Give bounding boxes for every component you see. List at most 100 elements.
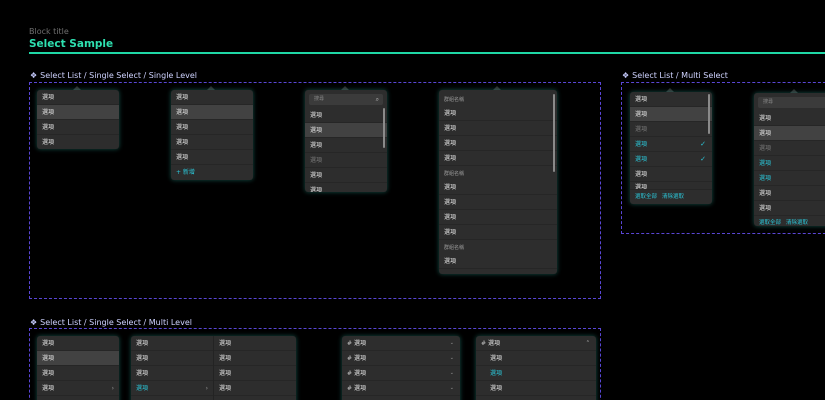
list-item[interactable]: 選項 [305,138,387,153]
group-item-expanded[interactable]: # 選項 ⌃ [476,336,596,351]
list-item[interactable]: 選項 [476,351,596,366]
list-item[interactable]: 選項 [305,108,387,123]
list-item[interactable]: 選項 [439,121,557,136]
list-item-disabled: 選項 [630,122,712,137]
list-item[interactable]: 選項 [171,90,253,105]
multi-select-actions: 選取全部 清除選取 [630,190,712,204]
list-item[interactable]: 選項 [305,168,387,183]
list-item[interactable]: 選項 [131,366,213,381]
list-item-checked[interactable]: 選項✓ [630,152,712,167]
section-title-multi-level: ❖ Select List / Single Select / Multi Lev… [30,318,192,327]
list-item-selected[interactable]: 選項 [305,123,387,138]
list-item[interactable]: 選項 [214,366,296,381]
list-item[interactable]: 選項 [439,136,557,151]
group-item-collapsed[interactable]: # 選項 ⌄ [342,336,460,351]
group-item-collapsed[interactable]: # 選項 ⌄ [342,351,460,366]
select-all-button[interactable]: 選取全部 [635,194,657,200]
scrollbar[interactable] [708,94,710,134]
list-item[interactable]: 選項 [439,180,557,195]
list-item[interactable]: 選項 [439,195,557,210]
chevron-down-icon: ⌄ [449,355,454,361]
list-item[interactable]: 選項 [214,381,296,396]
menu-hash-groups: # 選項 ⌄ # 選項 ⌄ # 選項 ⌄ # 選項 ⌄ [342,336,460,400]
diamond-icon: ❖ [30,71,38,80]
list-item[interactable]: 選項 [630,92,712,107]
list-item[interactable]: 選項 [439,106,557,121]
list-item-selected[interactable]: 選項 [37,105,119,120]
menu-multi-level: 選項 選項 選項 選項 › [37,336,119,400]
section-title-single-level: ❖ Select List / Single Select / Single Le… [30,71,198,80]
list-item[interactable]: 選項 [214,336,296,351]
chevron-right-icon: › [111,385,114,392]
list-item[interactable]: 選項 [214,351,296,366]
hash-icon: # [347,340,353,347]
list-item[interactable]: 選項 [439,210,557,225]
list-item[interactable]: 選項 [439,225,557,240]
list-item[interactable]: 選項 [754,201,825,216]
list-item-submenu[interactable]: 選項 › [37,381,119,396]
diamond-icon: ❖ [622,71,630,80]
list-item[interactable]: 選項 [171,135,253,150]
group-item-collapsed[interactable]: # 選項 ⌄ [342,381,460,396]
group-header: 群組名稱 [444,171,465,177]
list-item-active[interactable]: 選項 [476,366,596,381]
list-item[interactable]: 選項 [630,167,712,182]
chevron-down-icon: ⌄ [449,340,454,346]
clear-selection-button[interactable]: 清除選取 [662,194,684,200]
list-item[interactable]: 選項 [630,182,712,190]
hash-icon: # [347,355,353,362]
list-item-hover[interactable]: 選項 [630,107,712,122]
list-item[interactable]: 選項 [37,135,119,149]
scrollbar[interactable] [383,108,385,148]
clear-selection-button[interactable]: 清除選取 [786,220,808,226]
list-item-selected[interactable]: 選項 [37,351,119,366]
block-label: Block title [29,27,69,36]
menu-cascading: 選項 選項 選項 選項 › 選項 選項 選項 選項 [131,336,296,400]
list-item[interactable]: 選項 [37,336,119,351]
check-icon: ✓ [700,155,706,163]
list-item-selected[interactable]: 選項 [171,105,253,120]
search-input[interactable]: 搜尋 ⌕ [309,94,383,105]
list-item[interactable]: 選項 [305,183,387,192]
group-header: 群組名稱 [444,97,465,103]
diamond-icon: ❖ [30,318,38,327]
list-item[interactable]: 選項 [754,186,825,201]
list-item[interactable]: 選項 [171,150,253,165]
chevron-down-icon: ⌄ [449,385,454,391]
list-item[interactable]: 選項 [476,381,596,396]
hash-icon: # [347,385,353,392]
list-item[interactable]: 選項 [37,120,119,135]
list-item-active[interactable]: 選項 › [131,381,213,396]
check-icon: ✓ [700,140,706,148]
list-item-disabled: 選項 [754,141,825,156]
list-item-hover[interactable]: 選項 [754,126,825,141]
group-item-collapsed[interactable]: # 選項 ⌄ [342,366,460,381]
title-underline [29,52,825,54]
list-item-disabled: 選項 [305,153,387,168]
list-item[interactable]: 選項 [37,366,119,381]
chevron-down-icon: ⌄ [449,370,454,376]
hash-icon: # [347,370,353,377]
multi-select-actions: 選取全部 清除選取 [754,216,825,226]
section-title-multi-select: ❖ Select List / Multi Select [622,71,728,80]
magnifier-icon: ⌕ [375,96,379,103]
list-item-checked[interactable]: 選項✓ [754,171,825,186]
list-item[interactable]: 選項 [754,111,825,126]
list-item[interactable]: 選項 [131,351,213,366]
chevron-up-icon: ⌃ [585,340,590,346]
menu-hash-expanded: # 選項 ⌃ 選項 選項 選項 [476,336,596,400]
list-item[interactable]: 選項 [439,254,557,269]
scrollbar[interactable] [553,94,555,172]
search-input[interactable]: 搜尋 [758,97,825,108]
list-item[interactable]: 選項 [131,336,213,351]
block-title: Select Sample [29,38,114,50]
list-item-checked[interactable]: 選項✓ [630,137,712,152]
select-all-button[interactable]: 選取全部 [759,220,781,226]
hash-icon: # [481,340,487,347]
list-item[interactable]: 選項 [171,120,253,135]
list-item[interactable]: 選項 [439,151,557,166]
list-item[interactable]: 選項 [37,90,119,105]
list-item-checked[interactable]: 選項✓ [754,156,825,171]
add-option-button[interactable]: + 新增 [171,165,253,180]
group-header: 群組名稱 [444,245,465,251]
